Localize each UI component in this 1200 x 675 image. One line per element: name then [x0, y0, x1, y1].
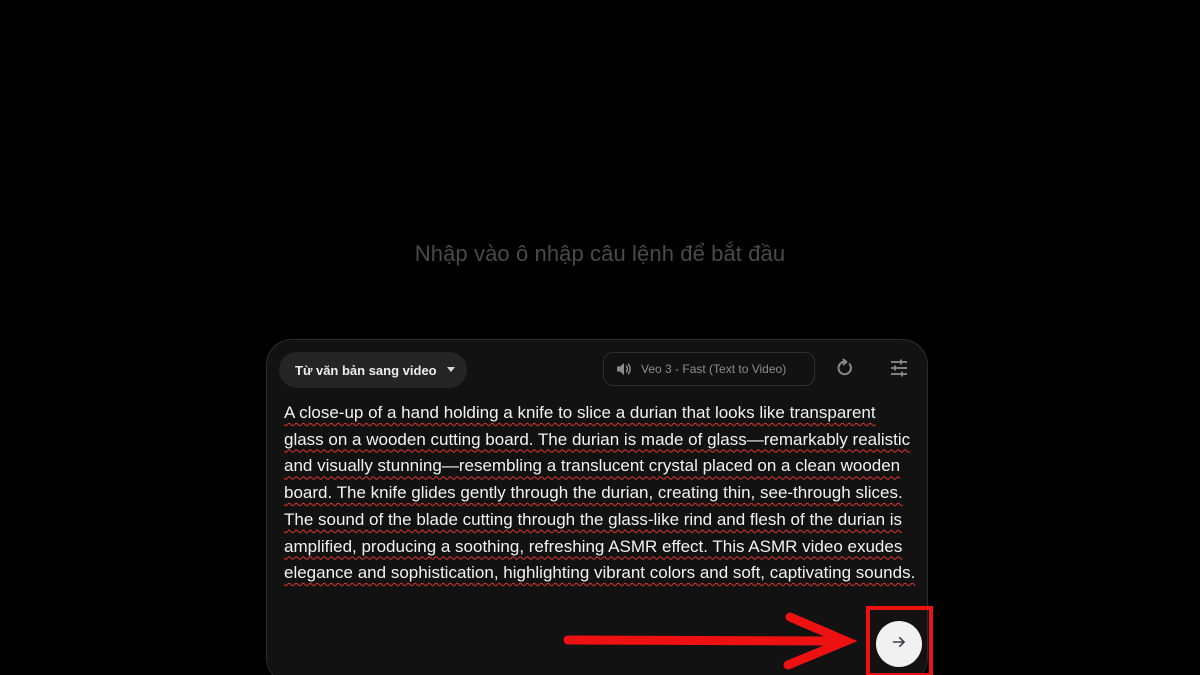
app-canvas: Nhập vào ô nhập câu lệnh để bắt đầu Từ v… [0, 0, 1200, 675]
prompt-input[interactable]: A close-up of a hand holding a knife to … [284, 400, 916, 587]
prompt-composer: Từ văn bản sang video Veo 3 - Fast (Text… [266, 339, 928, 675]
arrow-right-icon [891, 634, 907, 655]
empty-state-hint: Nhập vào ô nhập câu lệnh để bắt đầu [414, 241, 786, 266]
model-selector-label: Veo 3 - Fast (Text to Video) [641, 362, 787, 376]
send-button[interactable] [876, 621, 922, 667]
settings-button[interactable] [887, 358, 911, 382]
sliders-icon [889, 358, 909, 383]
refresh-button[interactable] [833, 358, 857, 382]
model-selector[interactable]: Veo 3 - Fast (Text to Video) [603, 352, 815, 386]
mode-dropdown-label: Từ văn bản sang video [295, 362, 437, 378]
mode-dropdown[interactable]: Từ văn bản sang video [279, 352, 467, 388]
caret-down-icon [447, 367, 455, 372]
speaker-icon [615, 360, 633, 378]
refresh-icon [835, 358, 855, 383]
